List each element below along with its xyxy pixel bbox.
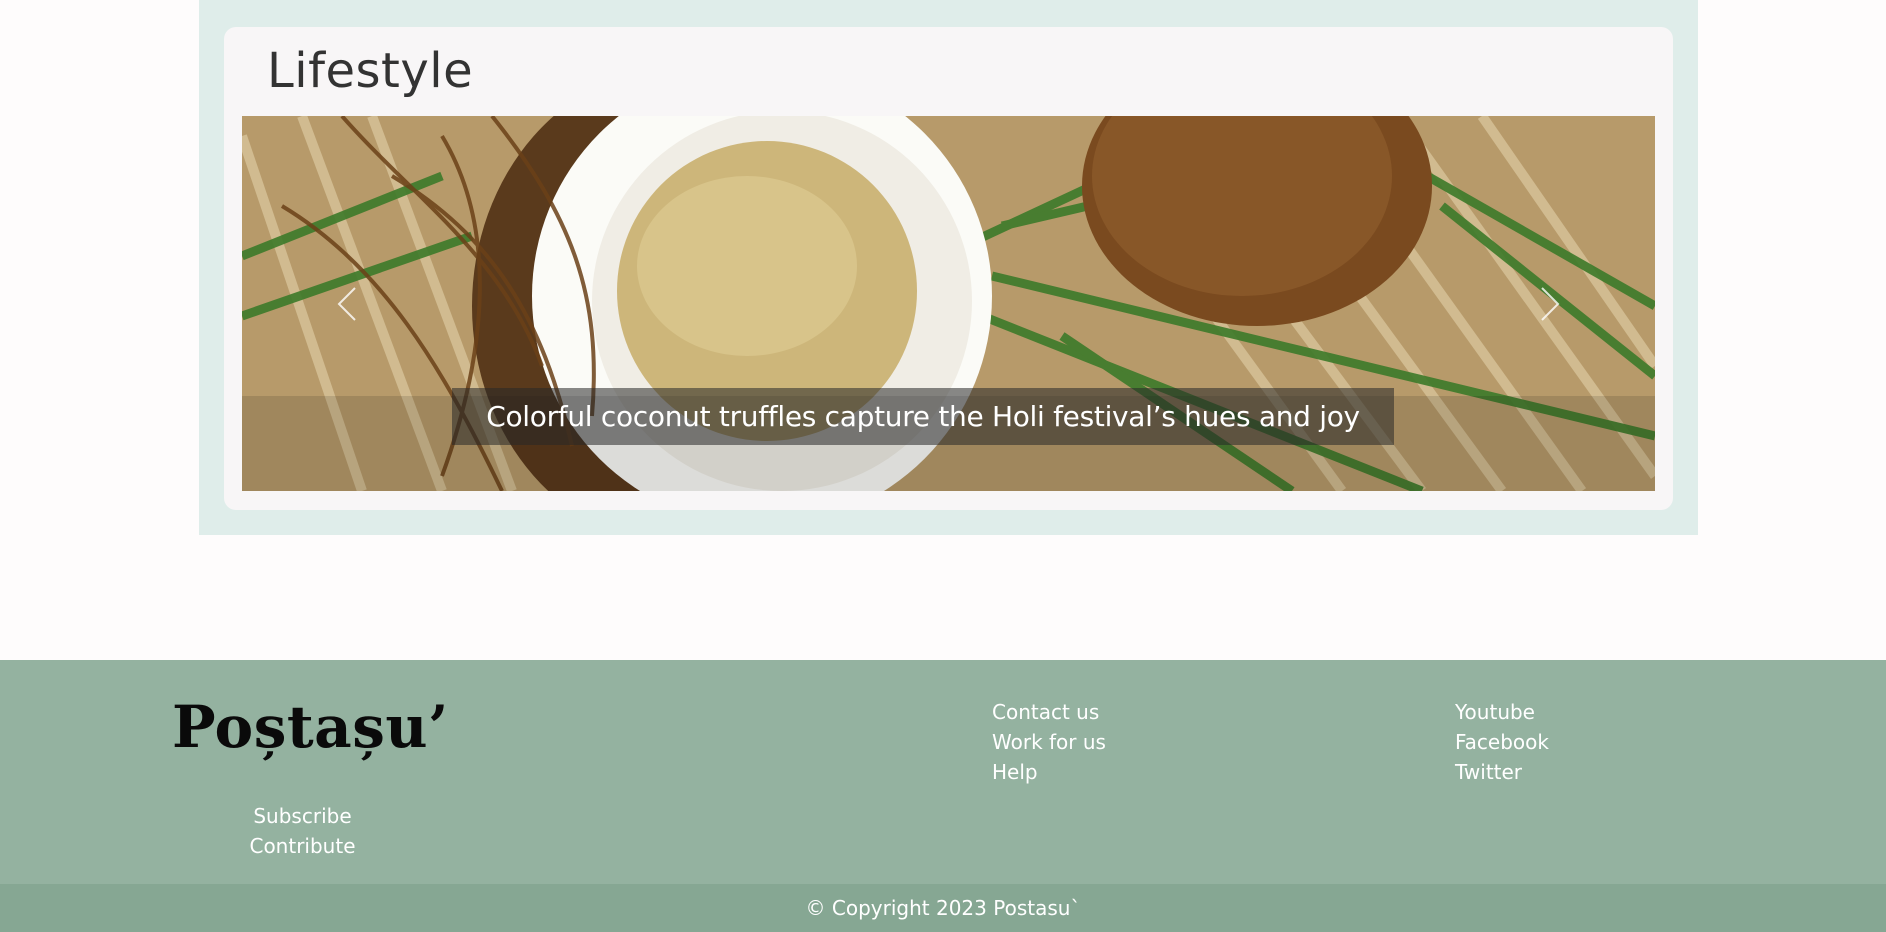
section-title: Lifestyle: [267, 43, 474, 99]
footer-link-help[interactable]: Help: [992, 757, 1106, 787]
footer-left-links: Subscribe Contribute: [0, 801, 605, 861]
footer-link-facebook[interactable]: Facebook: [1455, 727, 1549, 757]
copyright-text: © Copyright 2023 Postasu`: [805, 896, 1081, 920]
footer-link-contact[interactable]: Contact us: [992, 697, 1106, 727]
footer-link-twitter[interactable]: Twitter: [1455, 757, 1549, 787]
lifestyle-card: Lifestyle Colorful coconut truffles capt…: [224, 27, 1673, 510]
site-footer: Poștașu’ Subscribe Contribute Contact us…: [0, 660, 1886, 884]
slide-caption[interactable]: Colorful coconut truffles capture the Ho…: [452, 388, 1394, 445]
footer-logo[interactable]: Poștașu’: [172, 693, 449, 761]
footer-link-youtube[interactable]: Youtube: [1455, 697, 1549, 727]
lifestyle-section: Lifestyle Colorful coconut truffles capt…: [199, 0, 1698, 535]
footer-middle-links: Contact us Work for us Help: [992, 697, 1106, 787]
footer-link-work[interactable]: Work for us: [992, 727, 1106, 757]
footer-link-contribute[interactable]: Contribute: [0, 831, 605, 861]
copyright-bar: © Copyright 2023 Postasu`: [0, 884, 1886, 932]
footer-social-links: Youtube Facebook Twitter: [1455, 697, 1549, 787]
footer-link-subscribe[interactable]: Subscribe: [0, 801, 605, 831]
carousel-prev-button[interactable]: [287, 116, 407, 491]
chevron-left-icon: [337, 286, 356, 321]
carousel-next-button[interactable]: [1490, 116, 1610, 491]
image-carousel[interactable]: Colorful coconut truffles capture the Ho…: [242, 116, 1655, 491]
chevron-right-icon: [1541, 286, 1560, 321]
